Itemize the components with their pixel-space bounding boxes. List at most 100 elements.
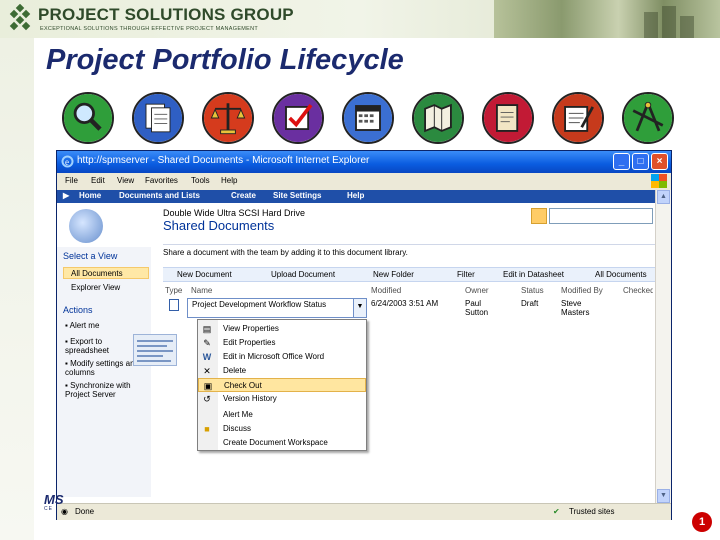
scales-icon bbox=[202, 92, 254, 144]
site-title[interactable]: Double Wide Ultra SCSI Hard Drive bbox=[163, 208, 305, 218]
document-name[interactable]: Project Development Workflow Status bbox=[192, 300, 342, 309]
menu-tools[interactable]: Tools bbox=[191, 176, 210, 185]
documents-icon bbox=[132, 92, 184, 144]
left-decor-strip bbox=[0, 38, 34, 540]
svg-text:e: e bbox=[65, 157, 69, 167]
column-type[interactable]: Type bbox=[165, 286, 182, 295]
menu-alert-me-label: Alert Me bbox=[223, 410, 253, 419]
nav-documents-and-lists[interactable]: Documents and Lists bbox=[119, 191, 200, 200]
nav-help[interactable]: Help bbox=[347, 191, 364, 200]
close-button[interactable]: × bbox=[651, 153, 668, 170]
column-modified-by[interactable]: Modified By bbox=[561, 286, 603, 295]
menu-edit[interactable]: Edit bbox=[91, 176, 105, 185]
windows-logo-icon bbox=[651, 174, 667, 188]
menu-discuss-label: Discuss bbox=[223, 424, 252, 433]
window-title: http://spmserver - Shared Documents - Mi… bbox=[77, 155, 370, 166]
checkbox-icon bbox=[272, 92, 324, 144]
status-text: Done bbox=[75, 507, 95, 516]
menu-edit-in-word[interactable]: W Edit in Microsoft Office Word bbox=[198, 350, 366, 364]
page-status-icon: ◉ bbox=[61, 507, 68, 516]
action-export[interactable]: ▪ Export to spreadsheet bbox=[65, 337, 135, 355]
menu-view[interactable]: View bbox=[117, 176, 134, 185]
document-modified-by[interactable]: Steve Masters bbox=[561, 299, 601, 317]
menu-delete[interactable]: ✕ Delete bbox=[198, 364, 366, 378]
column-modified[interactable]: Modified bbox=[371, 286, 401, 295]
nav-home[interactable]: Home bbox=[79, 191, 101, 200]
menu-file[interactable]: File bbox=[65, 176, 78, 185]
nav-site-settings[interactable]: Site Settings bbox=[273, 191, 321, 200]
maximize-button[interactable]: □ bbox=[632, 153, 649, 170]
quick-launch: Select a View All Documents Explorer Vie… bbox=[57, 247, 151, 497]
slide-title: Project Portfolio Lifecycle bbox=[46, 44, 404, 76]
menu-view-properties-label: View Properties bbox=[223, 324, 279, 333]
header-banner: PROJECT SOLUTIONS GROUP EXCEPTIONAL SOLU… bbox=[0, 0, 720, 38]
library-title: Shared Documents bbox=[163, 218, 275, 233]
security-zone: Trusted sites bbox=[569, 507, 615, 516]
minimize-button[interactable]: _ bbox=[613, 153, 630, 170]
menu-help[interactable]: Help bbox=[221, 176, 237, 185]
trusted-zone-icon: ✔ bbox=[553, 507, 560, 516]
action-synchronize-label: Synchronize with Project Server bbox=[65, 381, 131, 399]
search-input[interactable] bbox=[549, 208, 653, 224]
item-context-menu: ▤ View Properties ✎ Edit Properties W Edit … bbox=[197, 319, 367, 451]
toolbar-filter[interactable]: Filter bbox=[457, 270, 475, 279]
company-tagline: EXCEPTIONAL SOLUTIONS THROUGH EFFECTIVE … bbox=[40, 26, 259, 32]
menu-delete-label: Delete bbox=[223, 366, 247, 375]
toolbar-edit-datasheet[interactable]: Edit in Datasheet bbox=[503, 270, 564, 279]
menu-create-workspace[interactable]: Create Document Workspace bbox=[198, 436, 366, 450]
edit-properties-icon: ✎ bbox=[203, 338, 211, 348]
menu-discuss[interactable]: ■ Discuss bbox=[198, 422, 366, 436]
company-logo-icon bbox=[9, 4, 31, 31]
search-icon[interactable] bbox=[531, 208, 547, 224]
discuss-icon: ■ bbox=[204, 424, 210, 434]
banner-photo bbox=[494, 0, 720, 38]
document-type-icon bbox=[169, 299, 179, 311]
ie-icon: e bbox=[61, 155, 74, 168]
menu-favorites[interactable]: Favorites bbox=[145, 176, 178, 185]
microsoft-badge-sub: CE bbox=[44, 506, 53, 512]
toolbar-new-folder[interactable]: New Folder bbox=[373, 270, 414, 279]
sharepoint-top-nav: ▶ Home Documents and Lists Create Site S… bbox=[57, 190, 671, 203]
column-status[interactable]: Status bbox=[521, 286, 544, 295]
action-synchronize[interactable]: ▪ Synchronize with Project Server bbox=[65, 381, 145, 399]
view-all-documents[interactable]: All Documents bbox=[71, 269, 123, 278]
action-alert-me[interactable]: ▪ Alert me bbox=[65, 321, 99, 330]
action-modify-label: Modify settings and columns bbox=[65, 359, 139, 377]
delete-icon: ✕ bbox=[203, 366, 211, 376]
chevron-down-icon[interactable]: ▼ bbox=[353, 299, 366, 317]
toolbar-upload-document[interactable]: Upload Document bbox=[271, 270, 335, 279]
menu-version-history[interactable]: ↺ Version History bbox=[198, 392, 366, 406]
column-owner[interactable]: Owner bbox=[465, 286, 489, 295]
status-bar: ◉ Done ✔ Trusted sites bbox=[57, 503, 671, 520]
select-view-heading: Select a View bbox=[63, 251, 118, 261]
toolbar-new-document[interactable]: New Document bbox=[177, 270, 232, 279]
scroll-up-icon[interactable]: ▲ bbox=[657, 190, 670, 204]
word-icon: W bbox=[202, 352, 212, 362]
column-checked[interactable]: Checked bbox=[623, 286, 653, 295]
menu-edit-properties[interactable]: ✎ Edit Properties bbox=[198, 336, 366, 350]
scroll-down-icon[interactable]: ▼ bbox=[657, 489, 670, 503]
notes-icon bbox=[482, 92, 534, 144]
check-out-icon: ▣ bbox=[203, 381, 213, 391]
site-logo-icon bbox=[69, 209, 103, 243]
action-modify-settings[interactable]: ▪ Modify settings and columns bbox=[65, 359, 139, 377]
window-titlebar[interactable]: e http://spmserver - Shared Documents - … bbox=[57, 151, 671, 173]
document-owner[interactable]: Paul Sutton bbox=[465, 299, 505, 317]
menu-alert-me[interactable]: Alert Me bbox=[198, 408, 366, 422]
menu-check-out[interactable]: ▣ Check Out bbox=[198, 378, 366, 392]
nav-create[interactable]: Create bbox=[231, 191, 256, 200]
compass-icon bbox=[622, 92, 674, 144]
calendar-icon bbox=[342, 92, 394, 144]
actions-heading: Actions bbox=[63, 305, 93, 315]
document-name-cell[interactable]: Project Development Workflow Status ▼ bbox=[187, 298, 367, 318]
company-name: PROJECT SOLUTIONS GROUP bbox=[38, 5, 294, 24]
search-box bbox=[531, 208, 655, 224]
column-name[interactable]: Name bbox=[191, 286, 212, 295]
sharepoint-page: Double Wide Ultra SCSI Hard Drive Shared… bbox=[57, 203, 655, 503]
view-explorer[interactable]: Explorer View bbox=[71, 283, 120, 292]
browser-window: e http://spmserver - Shared Documents - … bbox=[56, 150, 672, 520]
toolbar-all-documents[interactable]: All Documents bbox=[595, 270, 647, 279]
menu-view-properties[interactable]: ▤ View Properties bbox=[198, 322, 366, 336]
vertical-scrollbar[interactable]: ▲ ▼ bbox=[655, 190, 671, 503]
properties-icon: ▤ bbox=[202, 324, 212, 334]
